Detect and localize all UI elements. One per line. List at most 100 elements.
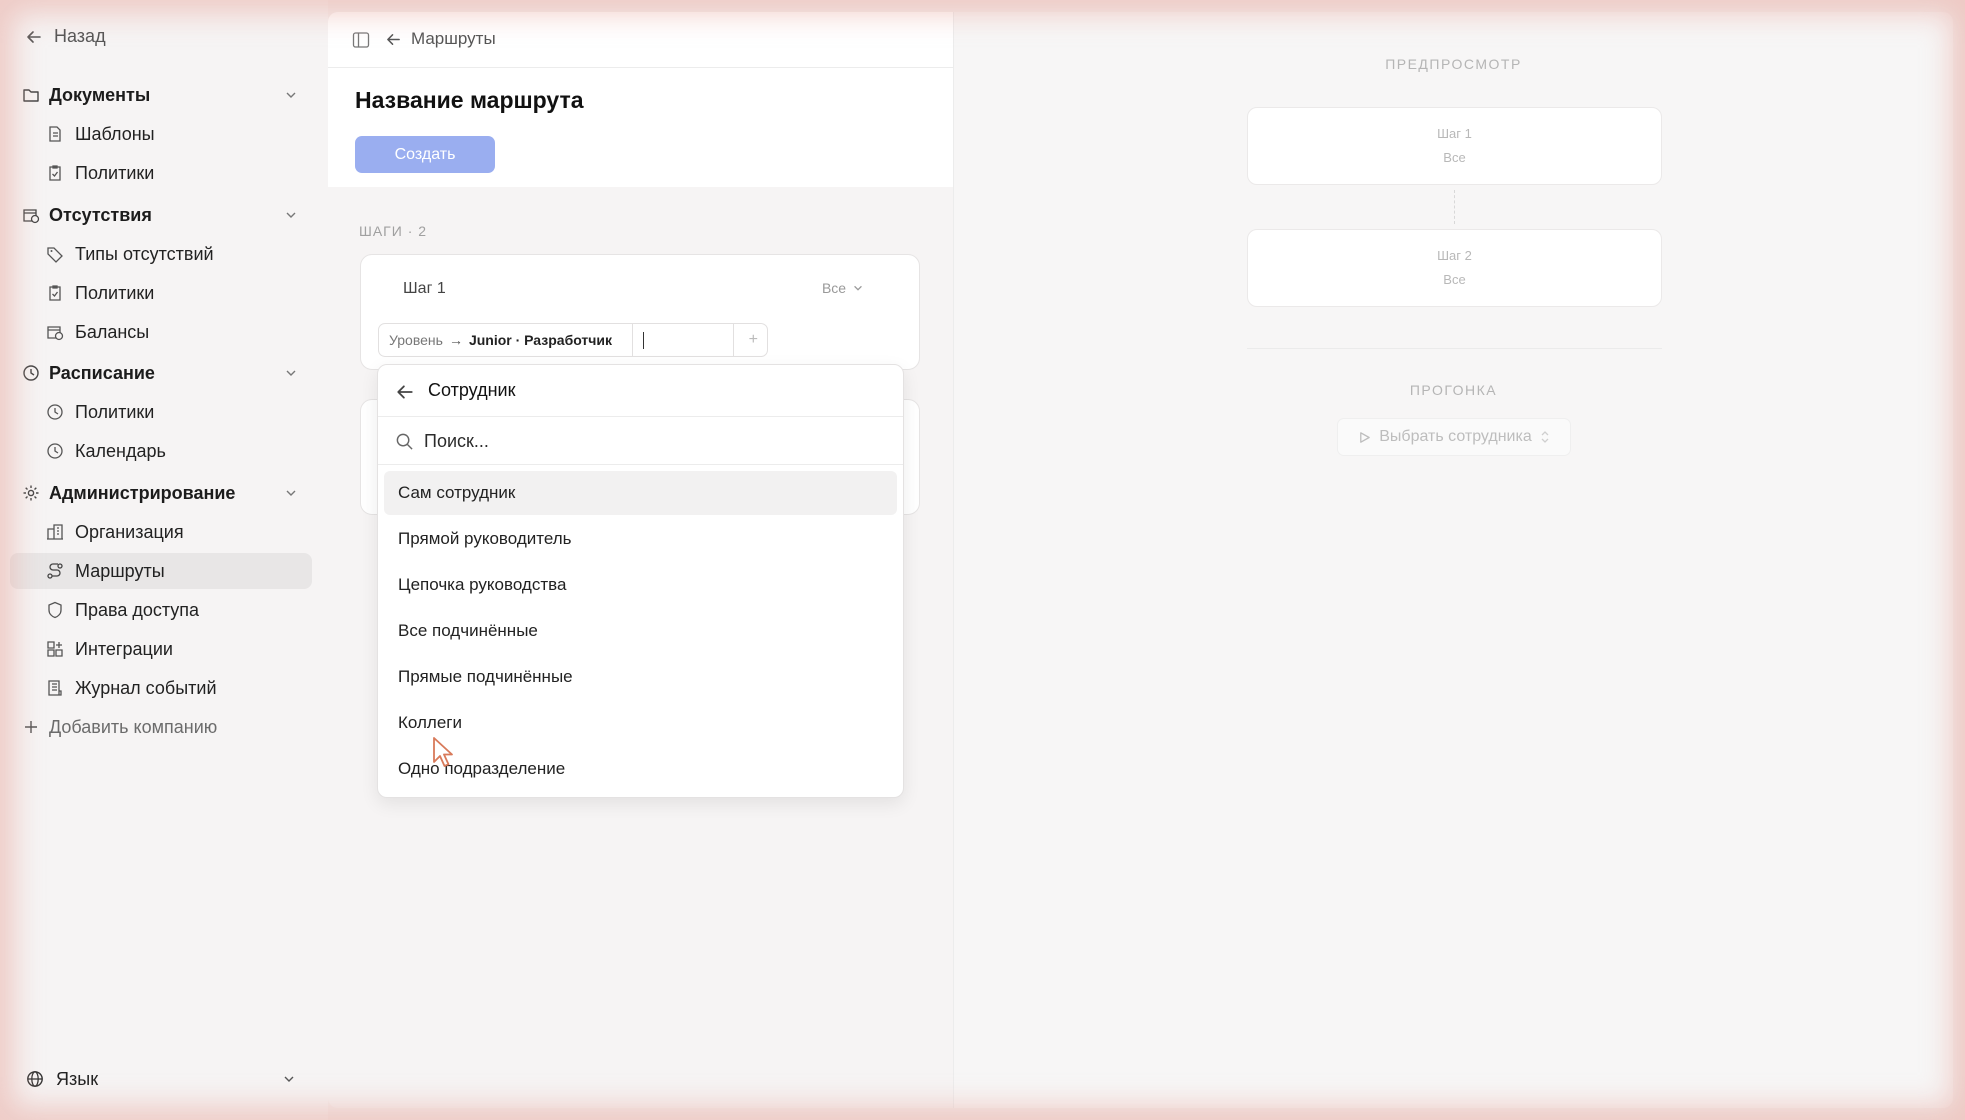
sidebar-item-label: Политики — [75, 283, 155, 303]
step-card: Шаг 1 Все Уровень → Junior · Разработчик… — [360, 254, 920, 370]
divider — [1247, 348, 1662, 349]
sidebar-item-label: Типы отсутствий — [75, 244, 214, 264]
sidebar-item-label: Политики — [75, 163, 155, 183]
chevron-down-icon — [286, 490, 296, 496]
sidebar-group-label: Расписание — [49, 363, 155, 383]
sidebar-item-access-rights[interactable]: Права доступа — [10, 592, 312, 628]
log-icon — [48, 680, 62, 696]
sidebar-group-admin[interactable]: Администрирование — [10, 475, 312, 511]
arrow-left-icon — [27, 30, 41, 43]
back-button[interactable]: Назад — [26, 26, 106, 47]
sidebar-group-label: Отсутствия — [49, 205, 152, 225]
sidebar-group-documents[interactable]: Документы — [10, 77, 312, 113]
sidebar-group-absences[interactable]: Отсутствия — [10, 197, 312, 233]
chevron-down-icon — [286, 370, 296, 376]
sidebar-item-organization[interactable]: Организация — [10, 514, 312, 550]
sidebar-item-calendar[interactable]: Календарь — [10, 433, 312, 469]
sidebar-item-schedule-policies[interactable]: Политики — [10, 394, 312, 430]
mouse-cursor-icon — [433, 737, 453, 767]
play-icon — [1360, 431, 1371, 443]
dropdown-option[interactable]: Одно подразделение — [384, 747, 897, 791]
route-name-input[interactable]: Название маршрута — [355, 87, 584, 114]
sidebar-group-label: Документы — [49, 85, 151, 105]
search-input[interactable] — [424, 428, 864, 454]
sidebar: Назад Документы Шаблоны Политики Отсутст… — [0, 0, 328, 1120]
sidebar-item-templates[interactable]: Шаблоны — [10, 116, 312, 152]
dropdown-option[interactable]: Все подчинённые — [384, 609, 897, 653]
route-icon — [47, 563, 63, 579]
globe-icon — [27, 1071, 43, 1087]
preview-panel: ПРЕДПРОСМОТР Шаг 1 Все Шаг 2 Все ПРОГОНК… — [953, 12, 1953, 1108]
dropdown-option[interactable]: Сам сотрудник — [384, 471, 897, 515]
chevron-down-icon — [286, 92, 296, 98]
condition-key: Уровень — [389, 332, 443, 348]
chevron-down-icon — [284, 1076, 294, 1082]
plus-icon — [25, 721, 37, 733]
step-approver-select[interactable]: Все — [807, 270, 879, 306]
dropdown-header[interactable]: Сотрудник — [378, 365, 903, 417]
condition-input[interactable] — [632, 324, 734, 356]
clock-icon — [23, 365, 39, 381]
sidebar-group-label: Администрирование — [49, 483, 236, 503]
plus-icon[interactable]: + — [749, 331, 758, 349]
chevron-down-icon — [854, 285, 862, 291]
run-section-label: ПРОГОНКА — [1409, 382, 1498, 398]
arrow-left-icon[interactable] — [396, 383, 414, 401]
clock-icon — [47, 443, 63, 459]
select-employee-label: Выбрать сотрудника — [1379, 428, 1532, 445]
dropdown-search — [378, 417, 903, 465]
sidebar-toggle-icon[interactable] — [352, 31, 370, 49]
sidebar-item-label: Балансы — [75, 322, 150, 342]
sidebar-item-balances[interactable]: Балансы — [10, 314, 312, 350]
language-selector[interactable]: Язык — [26, 1066, 296, 1092]
preview-step-card: Шаг 2 Все — [1247, 229, 1662, 307]
back-label: Назад — [54, 26, 106, 46]
step-title: Шаг 1 — [403, 280, 446, 297]
dropdown-option[interactable]: Прямой руководитель — [384, 517, 897, 561]
sidebar-item-label: Права доступа — [75, 600, 200, 620]
sidebar-item-integrations[interactable]: Интеграции — [10, 631, 312, 667]
editor-header: Маршруты Название маршрута Создать — [328, 12, 953, 187]
preview-step-title: Шаг 2 — [1437, 248, 1472, 263]
dropdown-option[interactable]: Цепочка руководства — [384, 563, 897, 607]
dropdown-option[interactable]: Коллеги — [384, 701, 897, 745]
search-icon — [396, 433, 413, 450]
calendar-clock-icon — [47, 326, 64, 341]
sidebar-item-label: Журнал событий — [75, 678, 217, 698]
employee-dropdown: Сотрудник Сам сотрудник Прямой руководит… — [377, 364, 904, 798]
sidebar-item-label: Календарь — [75, 441, 166, 461]
sidebar-item-label: Маршруты — [75, 561, 165, 581]
sidebar-item-absence-policies[interactable]: Политики — [10, 275, 312, 311]
breadcrumb-label: Маршруты — [411, 29, 496, 48]
select-employee-button[interactable]: Выбрать сотрудника — [1337, 418, 1571, 456]
step-select-value: Все — [821, 280, 847, 296]
folder-icon — [23, 89, 39, 102]
sidebar-item-label: Шаблоны — [75, 124, 155, 144]
sidebar-item-label: Интеграции — [75, 639, 173, 659]
shield-icon — [48, 601, 62, 619]
preview-step-card: Шаг 1 Все — [1247, 107, 1662, 185]
dropdown-option[interactable]: Прямые подчинённые — [384, 655, 897, 699]
add-company-button[interactable]: Добавить компанию — [10, 709, 312, 745]
sidebar-group-schedule[interactable]: Расписание — [10, 355, 312, 391]
topbar: Маршруты — [328, 12, 953, 68]
gear-icon — [23, 485, 39, 501]
sidebar-item-label: Организация — [75, 522, 184, 542]
breadcrumb[interactable]: Маршруты — [386, 29, 496, 49]
step-connector — [1454, 190, 1455, 224]
document-icon — [49, 126, 61, 142]
sidebar-item-event-log[interactable]: Журнал событий — [10, 670, 312, 706]
chevron-down-icon — [286, 212, 296, 218]
clipboard-check-icon — [49, 285, 61, 301]
chevron-updown-icon — [1541, 431, 1549, 443]
preview-step-subtitle: Все — [1443, 272, 1466, 287]
condition-chip[interactable]: Уровень → Junior · Разработчик + — [378, 323, 768, 357]
grid-plus-icon — [47, 641, 63, 657]
add-company-label: Добавить компанию — [49, 717, 218, 737]
sidebar-item-routes[interactable]: Маршруты — [10, 553, 312, 589]
clipboard-check-icon — [49, 165, 61, 181]
sidebar-item-absence-types[interactable]: Типы отсутствий — [10, 236, 312, 272]
sidebar-item-doc-policies[interactable]: Политики — [10, 155, 312, 191]
building-icon — [47, 524, 63, 540]
create-button[interactable]: Создать — [355, 136, 495, 173]
